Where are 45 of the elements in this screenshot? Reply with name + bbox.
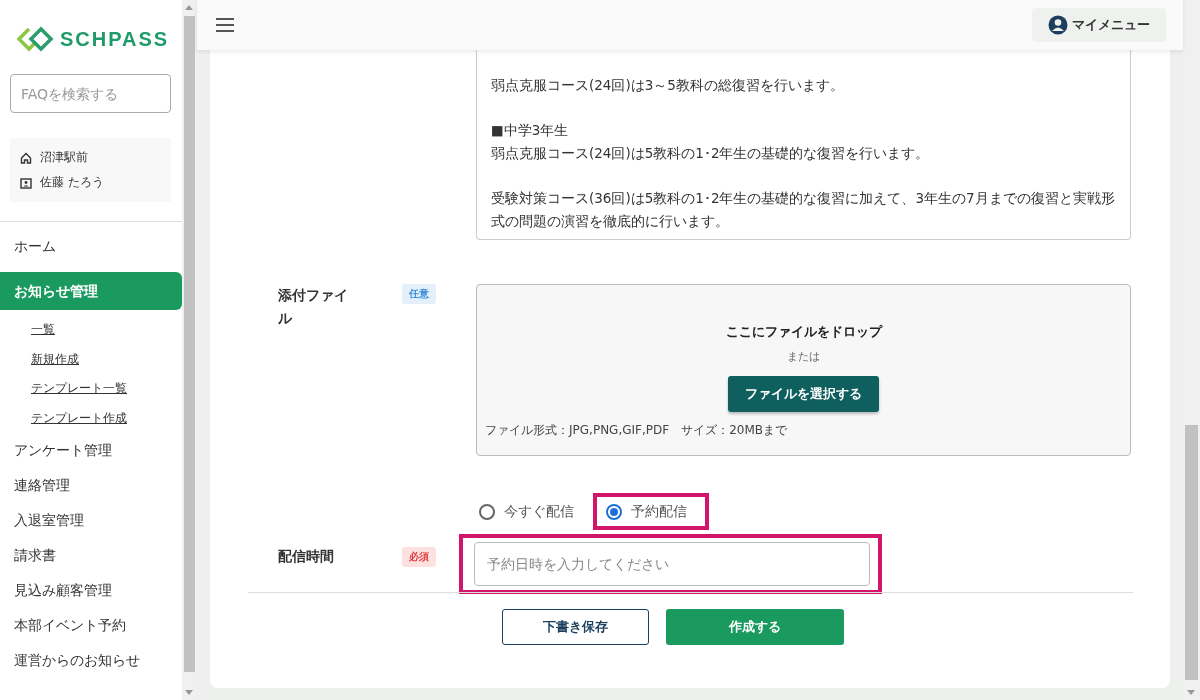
info-text: 沼津駅前 — [40, 149, 88, 166]
scrollbar[interactable] — [182, 0, 197, 700]
sidebar-item[interactable]: ホーム — [0, 229, 182, 264]
search-field[interactable]: FAQを検索する — [10, 74, 171, 113]
date-time-input[interactable]: 予約日時を入力してください — [474, 542, 870, 586]
info-text: 佐藤 たろう — [40, 174, 104, 191]
body-paragraph: 受験対策コース(36回)は5教科の1･2年生の基礎的な復習に加えて、3年生の7月までの復習と実戦形式の問題の演習を徹底的に行います。 — [491, 189, 1116, 231]
choose-file-button[interactable]: ファイルを選択する — [728, 376, 879, 412]
radio-button[interactable] — [479, 503, 495, 520]
id-card-icon — [20, 176, 32, 189]
file-format-note: ファイル形式：JPG,PNG,GIF,PDF サイズ：20MBまで — [485, 422, 787, 439]
body-paragraph: 弱点克服コース(24回)は5教科の1･2年生の基礎的な復習を行います。 — [491, 144, 931, 163]
sidebar-item[interactable]: 請求書 — [0, 538, 182, 573]
sidebar-subitem[interactable]: テンプレート作成 — [0, 403, 182, 433]
sidebar-item[interactable]: 連絡管理 — [0, 468, 182, 503]
required-badge: 必須 — [402, 546, 436, 567]
radio-option[interactable]: 今すぐ配信 — [476, 496, 590, 527]
file-drop-zone[interactable]: ここにファイルをドロップ または ファイルを選択する ファイル形式：JPG,PNG,GIF,PDF サイズ：20MBまで — [476, 284, 1131, 456]
or-text: または — [787, 349, 820, 364]
menu-icon[interactable] — [216, 18, 234, 32]
body-paragraph: ■中学3年生 — [491, 121, 570, 140]
save-draft-button[interactable]: 下書き保存 — [502, 609, 649, 645]
drop-title: ここにファイルをドロップ — [725, 323, 882, 341]
field-label: 添付ファイル — [278, 286, 349, 328]
sidebar-item[interactable]: 運営からのお知らせ — [0, 643, 182, 678]
text-area[interactable]: 弱点克服コース(24回)は3～5教科の総復習を行います。 ■中学3年生 弱点克服コース(24回)は5教科の1･2年生の基礎的な復習を行います。 受験対策コース(36回)は5教科の1･2年生の基礎的な復習に加えて、3年生の7月までの復習と実戦形式の問題の演習を徹底的に行います。 — [476, 50, 1131, 240]
body-paragraph: 弱点克服コース(24回)は3～5教科の総復習を行います。 — [491, 76, 845, 95]
sidebar-item[interactable]: 見込み顧客管理 — [0, 573, 182, 608]
field-label: 配信時間 — [278, 547, 335, 566]
radio-option[interactable]: 予約配信 — [596, 496, 706, 527]
logo-icon — [16, 26, 54, 52]
optional-badge: 任意 — [402, 284, 436, 304]
home-icon — [20, 151, 32, 164]
sidebar-item[interactable]: アンケート管理 — [0, 433, 182, 468]
sidebar-subitem[interactable]: 一覧 — [0, 315, 182, 345]
sidebar-item[interactable]: お知らせ管理 — [0, 272, 182, 310]
sidebar-subitem[interactable]: テンプレート一覧 — [0, 374, 182, 404]
logo-text: SCHPASS — [60, 27, 170, 51]
sidebar-subitem[interactable]: 新規作成 — [0, 344, 182, 374]
my-menu-button[interactable]: マイメニュー — [1032, 8, 1166, 42]
user-icon — [1048, 15, 1068, 35]
create-button[interactable]: 作成する — [666, 609, 844, 645]
radio-button[interactable] — [606, 503, 622, 520]
sidebar-item[interactable]: 入退室管理 — [0, 503, 182, 538]
sidebar-item[interactable]: 本部イベント予約 — [0, 608, 182, 643]
